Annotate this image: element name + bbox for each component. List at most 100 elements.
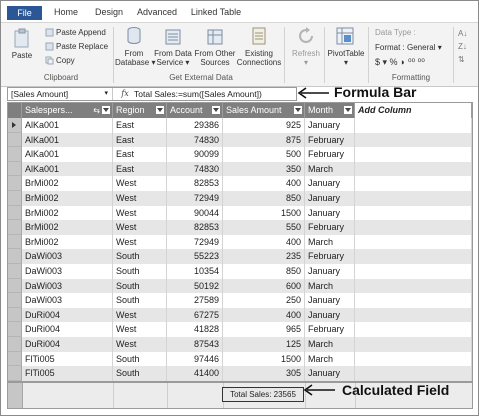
table-row[interactable]: DaWi003 South 50192 600 March [8, 278, 472, 294]
from-database-button[interactable]: From Database ▾ [115, 49, 155, 67]
row-header[interactable] [8, 307, 22, 323]
row-header[interactable] [8, 234, 22, 250]
row-header[interactable] [8, 147, 22, 162]
cell-account[interactable]: 41828 [167, 322, 223, 337]
row-header[interactable] [8, 176, 22, 191]
pivottable-button[interactable]: PivotTable ▾ [325, 49, 367, 67]
filter-dropdown-icon[interactable] [344, 106, 352, 114]
cell-account[interactable]: 74830 [167, 132, 223, 148]
table-row[interactable]: BrMi002 West 72949 400 March [8, 234, 472, 250]
chevron-down-icon[interactable]: ▾ [104, 88, 108, 100]
table-row[interactable]: BrMi002 West 72949 850 January [8, 191, 472, 206]
row-header[interactable] [8, 322, 22, 337]
row-header[interactable] [8, 118, 22, 133]
cell-salesperson[interactable]: DuRi004 [22, 322, 113, 337]
cell-salesperson[interactable]: FlTi005 [22, 366, 113, 381]
cell-month[interactable]: January [305, 205, 355, 221]
cell-month[interactable]: March [305, 278, 355, 294]
cell-salesperson[interactable]: DuRi004 [22, 307, 113, 323]
table-row[interactable]: AlKa001 East 74830 875 February [8, 132, 472, 148]
cell-month[interactable]: January [305, 293, 355, 308]
table-row[interactable]: FlTi005 South 97446 1500 March [8, 351, 472, 367]
cell-salesperson[interactable]: DaWi003 [22, 278, 113, 294]
cell-sales-amount[interactable]: 850 [223, 264, 305, 279]
cell-salesperson[interactable]: BrMi002 [22, 191, 113, 206]
cell-account[interactable]: 29386 [167, 118, 223, 133]
cell-month[interactable]: February [305, 220, 355, 235]
table-row[interactable]: DaWi003 South 10354 850 January [8, 264, 472, 279]
cell-month[interactable]: January [305, 307, 355, 323]
row-header[interactable] [8, 191, 22, 206]
table-row[interactable]: AlKa001 East 29386 925 January [8, 118, 472, 133]
table-row[interactable]: BrMi002 West 82853 400 January [8, 176, 472, 191]
row-header[interactable] [8, 278, 22, 294]
tab-design[interactable]: Design [91, 5, 127, 19]
filter-dropdown-icon[interactable] [156, 106, 164, 114]
cell-add-column[interactable] [355, 337, 472, 352]
cell-account[interactable]: 97446 [167, 351, 223, 367]
cell-salesperson[interactable]: AlKa001 [22, 147, 113, 162]
cell-salesperson[interactable]: AlKa001 [22, 132, 113, 148]
cell-region[interactable]: West [113, 191, 167, 206]
table-row[interactable]: BrMi002 West 90044 1500 January [8, 205, 472, 221]
cell-salesperson[interactable]: DuRi004 [22, 337, 113, 352]
cell-salesperson[interactable]: DaWi003 [22, 249, 113, 264]
cell-add-column[interactable] [355, 249, 472, 264]
cell-region[interactable]: West [113, 205, 167, 221]
cell-sales-amount[interactable]: 125 [223, 337, 305, 352]
cell-salesperson[interactable]: BrMi002 [22, 205, 113, 221]
table-row[interactable]: AlKa001 East 74830 350 March [8, 161, 472, 177]
cell-add-column[interactable] [355, 366, 472, 381]
table-row[interactable]: DuRi004 West 41828 965 February [8, 322, 472, 337]
cell-account[interactable]: 10354 [167, 264, 223, 279]
column-header-region[interactable]: Region [113, 103, 167, 118]
column-header-sales-amount[interactable]: Sales Amount [223, 103, 305, 118]
row-header[interactable] [8, 161, 22, 177]
formula-bar[interactable]: [Sales Amount] ▾ fx Total Sales:=sum([Sal… [7, 87, 297, 101]
cell-sales-amount[interactable]: 250 [223, 293, 305, 308]
cell-account[interactable]: 74830 [167, 161, 223, 177]
cell-add-column[interactable] [355, 307, 472, 323]
row-header[interactable] [8, 351, 22, 367]
cell-account[interactable]: 87543 [167, 337, 223, 352]
cell-month[interactable]: January [305, 176, 355, 191]
cell-add-column[interactable] [355, 118, 472, 133]
cell-account[interactable]: 90044 [167, 205, 223, 221]
cell-account[interactable]: 72949 [167, 191, 223, 206]
cell-add-column[interactable] [355, 293, 472, 308]
cell-month[interactable]: February [305, 147, 355, 162]
cell-sales-amount[interactable]: 350 [223, 161, 305, 177]
cell-sales-amount[interactable]: 500 [223, 147, 305, 162]
cell-add-column[interactable] [355, 176, 472, 191]
cell-salesperson[interactable]: DaWi003 [22, 264, 113, 279]
refresh-button[interactable]: Refresh ▾ [289, 49, 323, 67]
select-all-corner[interactable] [8, 103, 22, 118]
cell-month[interactable]: February [305, 249, 355, 264]
cell-salesperson[interactable]: BrMi002 [22, 220, 113, 235]
cell-sales-amount[interactable]: 965 [223, 322, 305, 337]
cell-sales-amount[interactable]: 1500 [223, 351, 305, 367]
cell-sales-amount[interactable]: 235 [223, 249, 305, 264]
cell-region[interactable]: West [113, 337, 167, 352]
add-column-header[interactable]: Add Column [355, 103, 472, 118]
cell-sales-amount[interactable]: 400 [223, 234, 305, 250]
cell-month[interactable]: January [305, 366, 355, 381]
cell-salesperson[interactable]: BrMi002 [22, 234, 113, 250]
cell-month[interactable]: March [305, 337, 355, 352]
cell-region[interactable]: South [113, 249, 167, 264]
cell-sales-amount[interactable]: 400 [223, 307, 305, 323]
row-header[interactable] [8, 205, 22, 221]
cell-account[interactable]: 27589 [167, 293, 223, 308]
cell-region[interactable]: West [113, 322, 167, 337]
row-header[interactable] [8, 366, 22, 381]
tab-file[interactable]: File [7, 6, 42, 20]
cell-month[interactable]: January [305, 191, 355, 206]
cell-month[interactable]: March [305, 351, 355, 367]
existing-connections-button[interactable]: Existing Connections [235, 49, 283, 67]
cell-region[interactable]: South [113, 366, 167, 381]
from-data-service-button[interactable]: From Data Service ▾ [153, 49, 193, 67]
table-row[interactable]: DaWi003 South 55223 235 February [8, 249, 472, 264]
paste-replace-button[interactable]: Paste Replace [56, 42, 108, 51]
row-header[interactable] [8, 264, 22, 279]
cell-region[interactable]: West [113, 234, 167, 250]
